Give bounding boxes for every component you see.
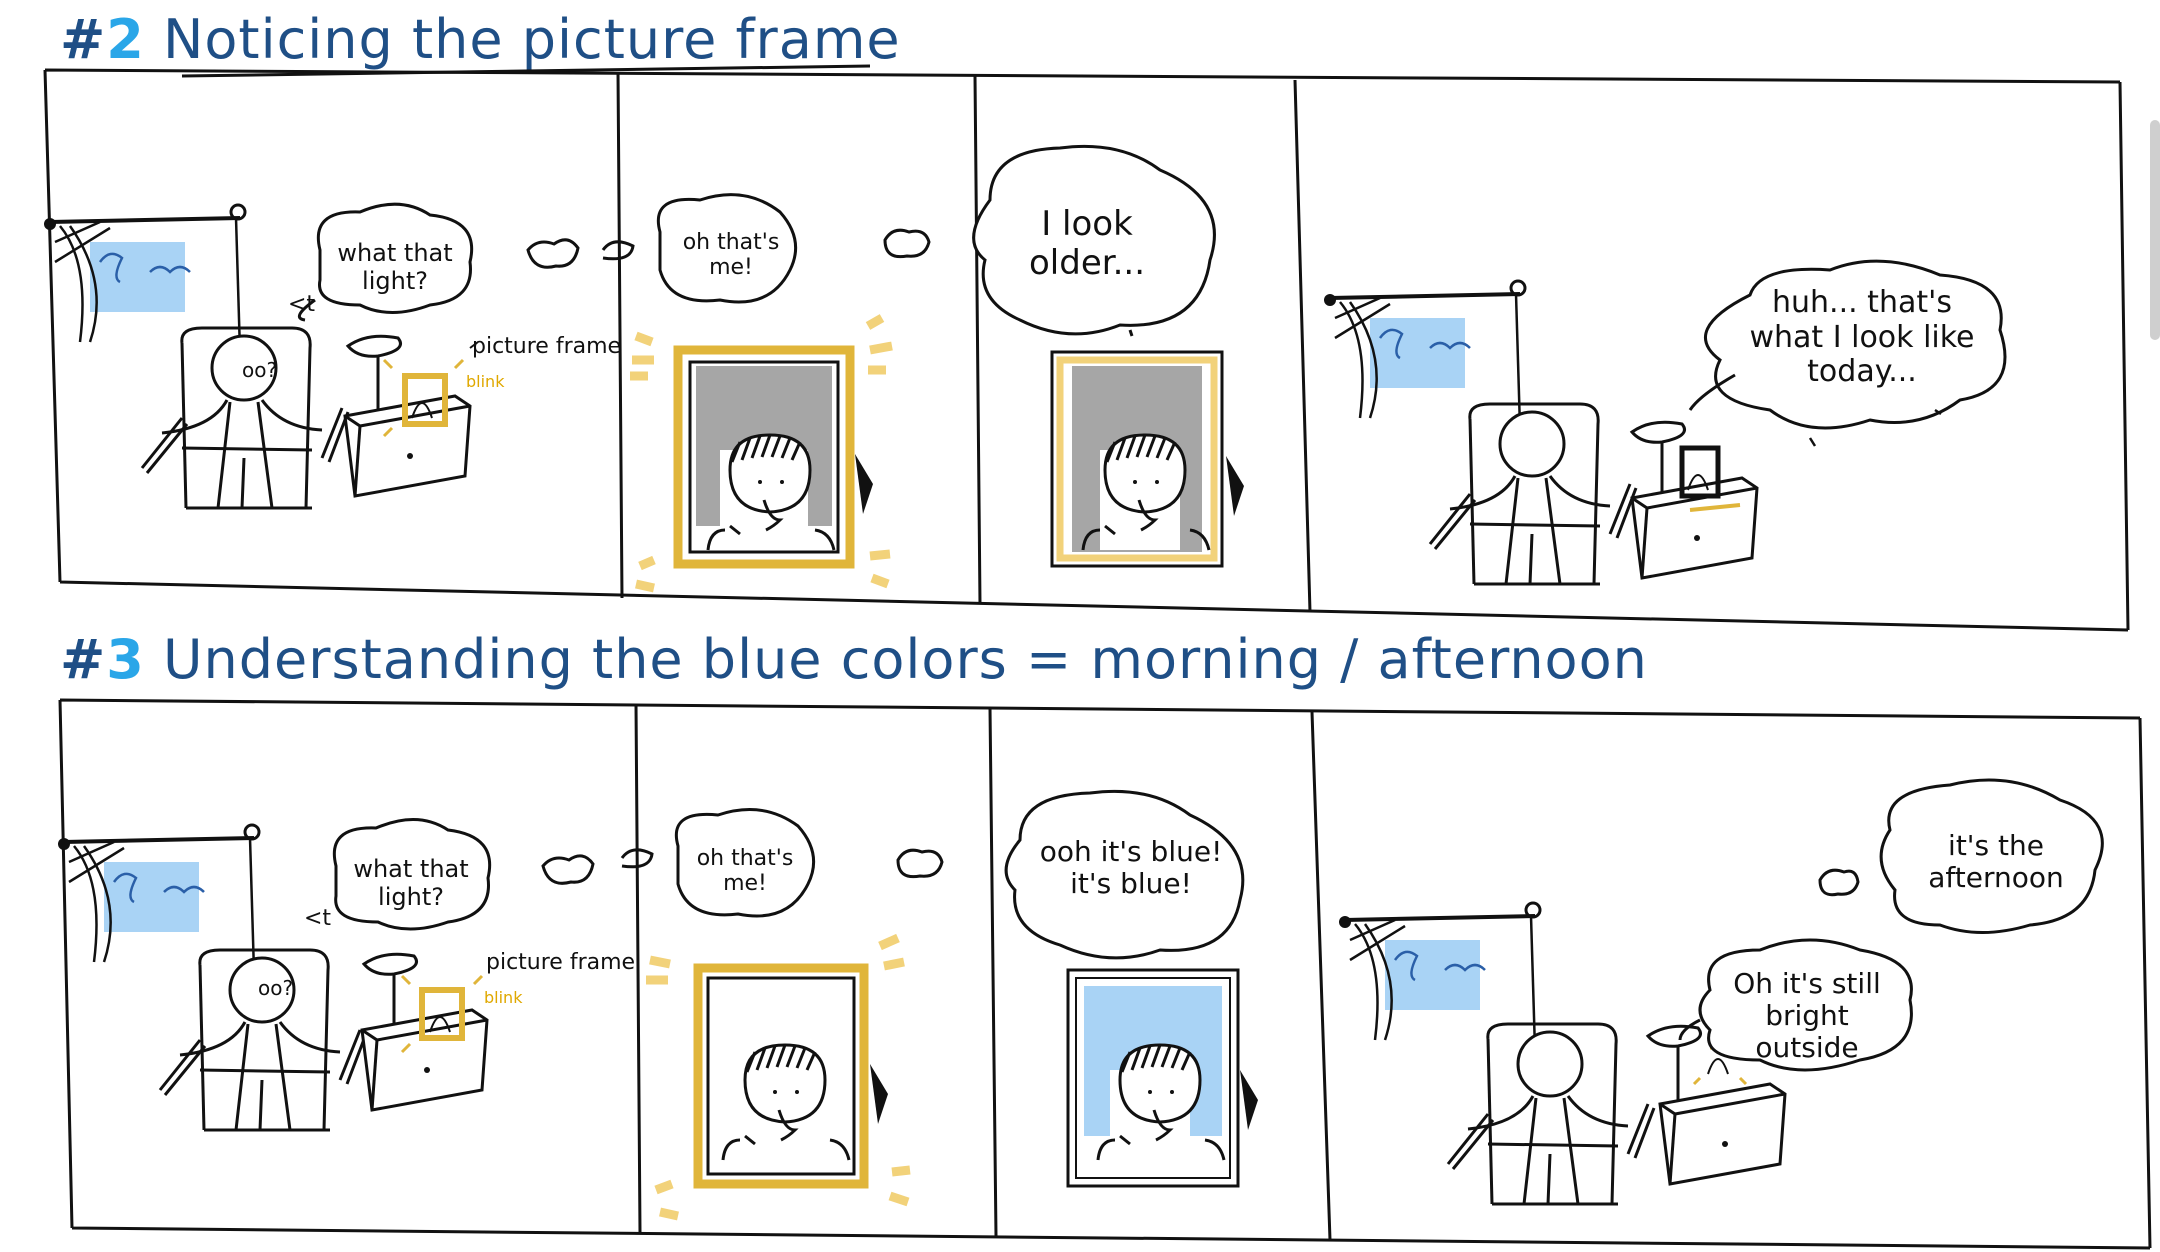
row-3-panel-1-face: oo? xyxy=(258,976,294,1000)
row-2-panel-1-face: oo? xyxy=(242,358,278,382)
row-3-panel-1-frame-label: picture frame xyxy=(486,950,636,975)
row-3-panel-2-bubble: oh that's me! xyxy=(696,846,794,897)
row-3-panel-4-bubble-top: it's the afternoon xyxy=(1928,829,2064,895)
row-2-panel-1-frame-label: picture frame xyxy=(472,334,622,359)
row-2-panel-2-bubble: oh that's me! xyxy=(682,230,780,281)
row-2-panel-1-pointer: <t xyxy=(288,292,316,317)
row-2-panel-1-blink: blink xyxy=(466,372,505,391)
row-2-panel-1-bubble: what that light? xyxy=(337,239,453,295)
row-3-panel-3-bubble: ooh it's blue! it's blue! xyxy=(1039,835,1223,901)
row-3-panel-1-bubble: what that light? xyxy=(353,855,469,911)
row-3-panel-1-blink: blink xyxy=(484,988,523,1007)
storyboard-sheet: #2 Noticing the picture frame #3 Underst… xyxy=(0,0,2160,1252)
vertical-scrollbar[interactable] xyxy=(2150,120,2160,340)
row-3-panel-1-pointer: <t xyxy=(304,906,332,931)
row-2-panel-4-bubble: huh... that's what I look like today... xyxy=(1749,285,1975,389)
row-2-panel-3-bubble: I look older... xyxy=(1028,204,1146,284)
row-3-panel-4-bubble-bottom: Oh it's still bright outside xyxy=(1733,967,1881,1065)
